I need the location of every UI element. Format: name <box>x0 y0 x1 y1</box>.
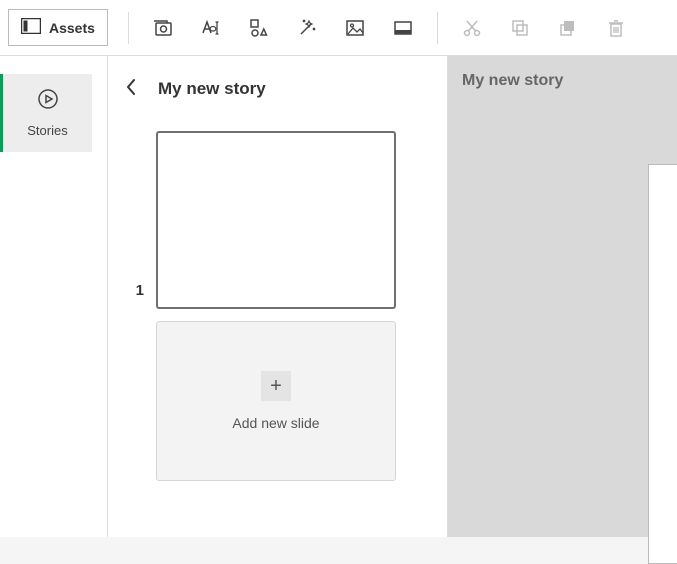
chevron-left-icon <box>124 78 138 99</box>
main: Stories My new story 1 + Add new slide M… <box>0 56 677 537</box>
preview-title: My new story <box>462 72 663 90</box>
sidebar-item-stories[interactable]: Stories <box>0 74 92 152</box>
preview-canvas[interactable] <box>648 164 677 564</box>
media-icon[interactable] <box>337 10 373 46</box>
play-circle-icon <box>37 88 59 113</box>
slides-panel: My new story 1 + Add new slide <box>108 56 448 537</box>
sheet-icon[interactable] <box>385 10 421 46</box>
slide-row: 1 <box>132 131 435 309</box>
plus-icon: + <box>261 371 291 401</box>
cut-icon <box>454 10 490 46</box>
slide-number: 1 <box>132 282 144 309</box>
copy-icon <box>502 10 538 46</box>
toolbar: Assets <box>0 0 677 56</box>
assets-label: Assets <box>49 20 95 36</box>
add-slide-button[interactable]: + Add new slide <box>156 321 396 481</box>
paste-icon <box>550 10 586 46</box>
sidebar-item-label: Stories <box>27 123 67 138</box>
back-button[interactable] <box>120 74 142 103</box>
slide-thumbnail[interactable] <box>156 131 396 309</box>
panel-icon <box>21 18 41 37</box>
preview-area: My new story <box>448 56 677 537</box>
snapshot-library-icon[interactable] <box>145 10 181 46</box>
sidebar: Stories <box>0 56 108 537</box>
story-title: My new story <box>158 79 266 99</box>
panel-header: My new story <box>120 74 435 103</box>
divider <box>128 12 129 44</box>
divider <box>437 12 438 44</box>
effects-icon[interactable] <box>289 10 325 46</box>
shapes-icon[interactable] <box>241 10 277 46</box>
add-slide-label: Add new slide <box>232 415 319 431</box>
delete-icon <box>598 10 634 46</box>
text-icon[interactable] <box>193 10 229 46</box>
assets-button[interactable]: Assets <box>8 9 108 46</box>
